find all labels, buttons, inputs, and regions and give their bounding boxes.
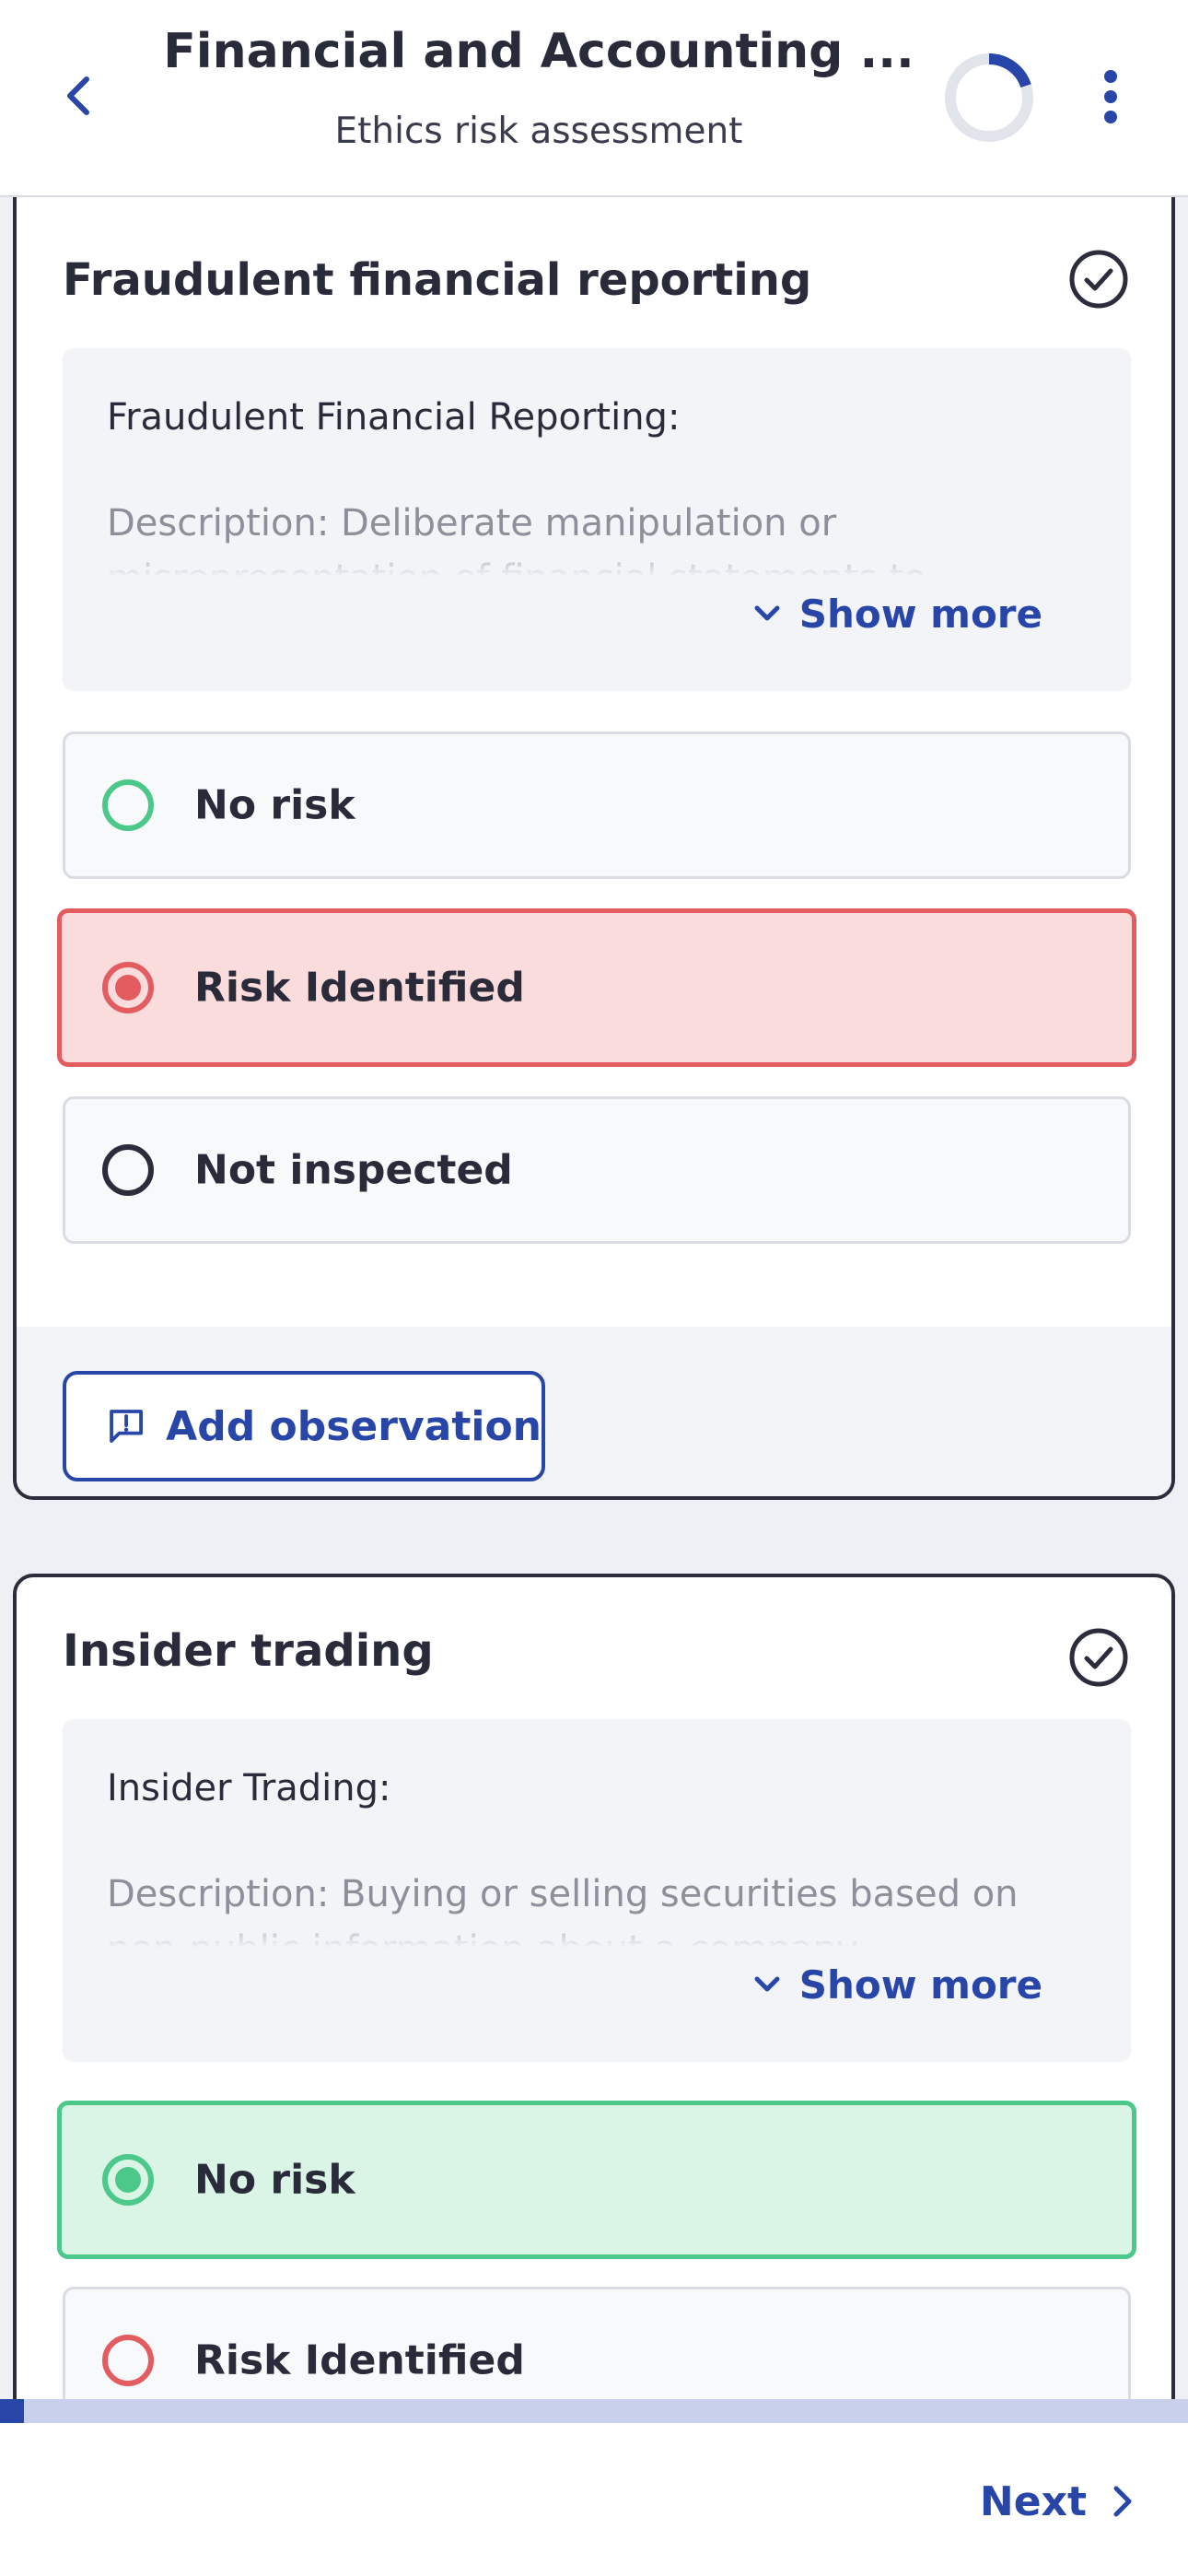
progress-ring: [945, 53, 1033, 142]
show-more-button[interactable]: Show more: [753, 584, 1042, 643]
question-title: Fraudulent financial reporting: [63, 254, 812, 306]
radio-selected-icon: [102, 962, 154, 1013]
app-header: Financial and Accounting ... Ethics risk…: [0, 0, 1188, 197]
description-heading: Insider Trading:: [107, 1767, 391, 1809]
option-label: No risk: [194, 2156, 355, 2204]
description-text: Description: Buying or selling securitie…: [107, 1873, 1019, 1948]
card-footer: Add observation: [17, 1327, 1171, 1496]
radio-unselected-icon: [102, 1144, 154, 1196]
radio-unselected-icon: [102, 779, 154, 831]
option-label: No risk: [194, 781, 355, 829]
show-more-button[interactable]: Show more: [753, 1955, 1042, 2014]
show-more-label: Show more: [798, 1961, 1042, 2008]
chevron-right-icon: [1113, 2486, 1132, 2517]
back-button[interactable]: [48, 63, 107, 129]
next-label: Next: [979, 2477, 1087, 2525]
page-subtitle: Ethics risk assessment: [334, 111, 743, 152]
more-options-button[interactable]: [1085, 57, 1136, 136]
add-observation-label: Add observation: [166, 1402, 542, 1450]
bottom-navigation: Next: [0, 2423, 1188, 2576]
question-description: Insider Trading: Description: Buying or …: [63, 1719, 1131, 2062]
description-heading: Fraudulent Financial Reporting:: [107, 396, 681, 439]
chevron-down-icon: [754, 605, 780, 621]
assessment-list[interactable]: Fraudulent financial reporting Fraudulen…: [0, 197, 1188, 2399]
show-more-label: Show more: [798, 591, 1042, 637]
radio-unselected-icon: [102, 2335, 154, 2386]
question-title: Insider trading: [63, 1625, 434, 1677]
question-description: Fraudulent Financial Reporting: Descript…: [63, 348, 1131, 691]
chevron-down-icon: [754, 1976, 780, 1992]
option-no-risk[interactable]: No risk: [57, 2101, 1136, 2259]
check-circle-icon: [1069, 1628, 1128, 1687]
comment-alert-icon: [110, 1410, 143, 1443]
option-label: Risk Identified: [194, 964, 525, 1012]
option-risk-identified[interactable]: Risk Identified: [63, 2287, 1131, 2399]
more-vertical-icon: [1104, 70, 1117, 123]
option-not-inspected[interactable]: Not inspected: [63, 1096, 1131, 1244]
option-label: Risk Identified: [194, 2336, 525, 2384]
assessment-progress-fill: [0, 2399, 24, 2423]
check-circle-icon: [1069, 250, 1128, 309]
description-text: Description: Deliberate manipulation or …: [107, 502, 926, 577]
option-no-risk[interactable]: No risk: [63, 732, 1131, 879]
question-card-insider-trading: Insider trading Insider Trading: Descrip…: [13, 1574, 1175, 2399]
next-button[interactable]: Next: [980, 2469, 1133, 2534]
page-title: Financial and Accounting ...: [163, 24, 914, 79]
chevron-left-icon: [67, 76, 89, 115]
add-observation-button[interactable]: Add observation: [63, 1371, 545, 1481]
radio-selected-icon: [102, 2154, 154, 2206]
assessment-progress-bar: [0, 2399, 1188, 2423]
question-card-fraudulent-reporting: Fraudulent financial reporting Fraudulen…: [13, 197, 1175, 1500]
option-risk-identified[interactable]: Risk Identified: [57, 908, 1136, 1067]
option-label: Not inspected: [194, 1146, 513, 1194]
